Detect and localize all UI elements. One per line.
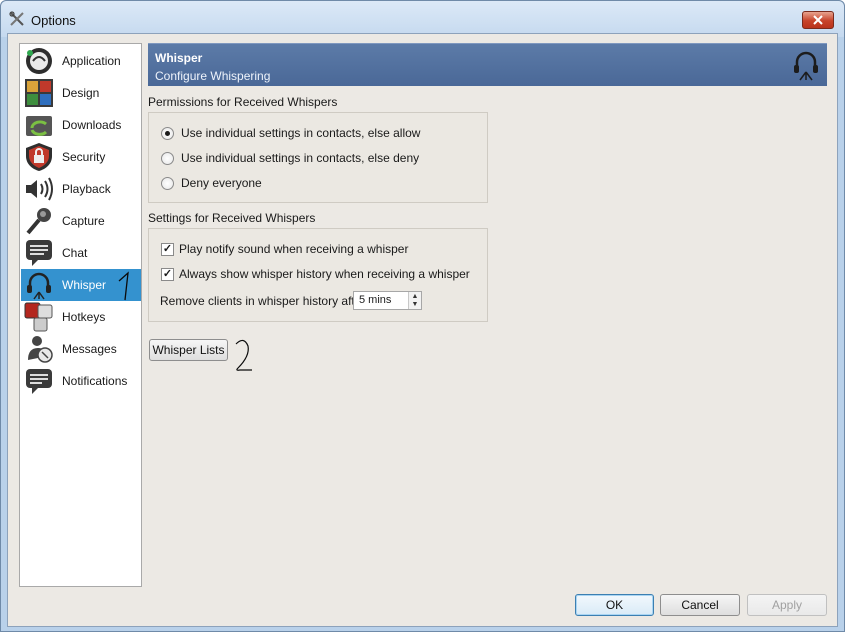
page-title: Whisper xyxy=(155,51,203,65)
options-window: Options Application Design Downloads Sec… xyxy=(0,0,845,632)
messages-icon xyxy=(22,333,56,365)
settings-section-label: Settings for Received Whispers xyxy=(148,211,316,225)
page-header-banner: Whisper Configure Whispering xyxy=(148,43,827,86)
remove-clients-label: Remove clients in whisper history after xyxy=(160,294,366,308)
radio-allow-option[interactable]: Use individual settings in contacts, els… xyxy=(161,126,420,140)
security-lock-icon xyxy=(22,141,56,173)
sidebar-item-notifications[interactable]: Notifications xyxy=(21,365,141,397)
design-icon xyxy=(22,77,56,109)
hotkeys-icon xyxy=(22,301,56,333)
spinbox-arrows[interactable]: ▲ ▼ xyxy=(408,292,421,309)
radio-label: Use individual settings in contacts, els… xyxy=(181,126,421,140)
title-bar[interactable]: Options xyxy=(1,1,844,37)
sidebar-item-downloads[interactable]: Downloads xyxy=(21,109,141,141)
settings-group: ✓ Play notify sound when receiving a whi… xyxy=(148,228,488,322)
ok-button[interactable]: OK xyxy=(575,594,654,616)
headset-icon xyxy=(794,51,818,81)
handwritten-number-two xyxy=(235,339,252,371)
window-title: Options xyxy=(31,13,76,28)
show-history-checkbox[interactable]: ✓ xyxy=(161,267,174,281)
whisper-lists-button[interactable]: Whisper Lists xyxy=(149,339,228,361)
headset-icon xyxy=(22,269,56,301)
sidebar-item-label: Chat xyxy=(62,246,88,260)
radio-button[interactable] xyxy=(161,176,174,190)
close-button[interactable] xyxy=(802,11,834,29)
spin-up-icon[interactable]: ▲ xyxy=(409,292,421,301)
show-history-option[interactable]: ✓ Always show whisper history when recei… xyxy=(161,267,470,281)
sidebar-item-security[interactable]: Security xyxy=(21,141,141,173)
radio-deny-everyone-option[interactable]: Deny everyone xyxy=(161,176,262,190)
dialog-body: Application Design Downloads Security Pl… xyxy=(7,33,838,627)
notify-sound-option[interactable]: ✓ Play notify sound when receiving a whi… xyxy=(161,242,408,256)
chat-icon xyxy=(22,237,56,269)
checkbox-label: Always show whisper history when receivi… xyxy=(179,267,470,281)
sidebar-item-hotkeys[interactable]: Hotkeys xyxy=(21,301,141,333)
cancel-button[interactable]: Cancel xyxy=(660,594,740,616)
sidebar-item-chat[interactable]: Chat xyxy=(21,237,141,269)
sidebar-item-label: Playback xyxy=(62,182,111,196)
permissions-group: Use individual settings in contacts, els… xyxy=(148,112,488,203)
microphone-icon xyxy=(22,205,56,237)
page-subtitle: Configure Whispering xyxy=(155,69,271,83)
category-list[interactable]: Application Design Downloads Security Pl… xyxy=(19,43,142,587)
sidebar-item-label: Design xyxy=(62,86,100,100)
radio-button[interactable] xyxy=(161,151,174,165)
sidebar-item-capture[interactable]: Capture xyxy=(21,205,141,237)
spinbox-value[interactable]: 5 mins xyxy=(354,292,408,309)
sidebar-item-label: Downloads xyxy=(62,118,122,132)
notify-sound-checkbox[interactable]: ✓ xyxy=(161,242,174,256)
tools-icon xyxy=(9,11,24,26)
sidebar-item-label: Messages xyxy=(62,342,117,356)
apply-button[interactable]: Apply xyxy=(747,594,827,616)
sidebar-item-label: Hotkeys xyxy=(62,310,106,324)
sidebar-item-application[interactable]: Application xyxy=(21,45,141,77)
sidebar-item-label: Notifications xyxy=(62,374,128,388)
notifications-icon xyxy=(22,365,56,397)
radio-button[interactable] xyxy=(161,126,174,140)
permissions-section-label: Permissions for Received Whispers xyxy=(148,95,338,109)
downloads-icon xyxy=(22,109,56,141)
handwritten-number-one xyxy=(118,271,129,301)
sidebar-item-label: Security xyxy=(62,150,106,164)
application-icon xyxy=(22,45,56,77)
sidebar-item-label: Application xyxy=(62,54,121,68)
sidebar-item-playback[interactable]: Playback xyxy=(21,173,141,205)
sidebar-item-label: Whisper xyxy=(62,278,107,292)
radio-label: Use individual settings in contacts, els… xyxy=(181,151,420,165)
radio-deny-option[interactable]: Use individual settings in contacts, els… xyxy=(161,151,419,165)
sidebar-item-label: Capture xyxy=(62,214,105,228)
remove-clients-row: Remove clients in whisper history after xyxy=(160,294,365,308)
checkbox-label: Play notify sound when receiving a whisp… xyxy=(179,242,409,256)
spin-down-icon[interactable]: ▼ xyxy=(409,300,421,309)
close-icon xyxy=(813,15,823,25)
sidebar-item-messages[interactable]: Messages xyxy=(21,333,141,365)
remove-clients-spinbox[interactable]: 5 mins ▲ ▼ xyxy=(353,291,422,310)
sidebar-item-design[interactable]: Design xyxy=(21,77,141,109)
radio-label: Deny everyone xyxy=(181,176,262,190)
speaker-icon xyxy=(22,173,56,205)
